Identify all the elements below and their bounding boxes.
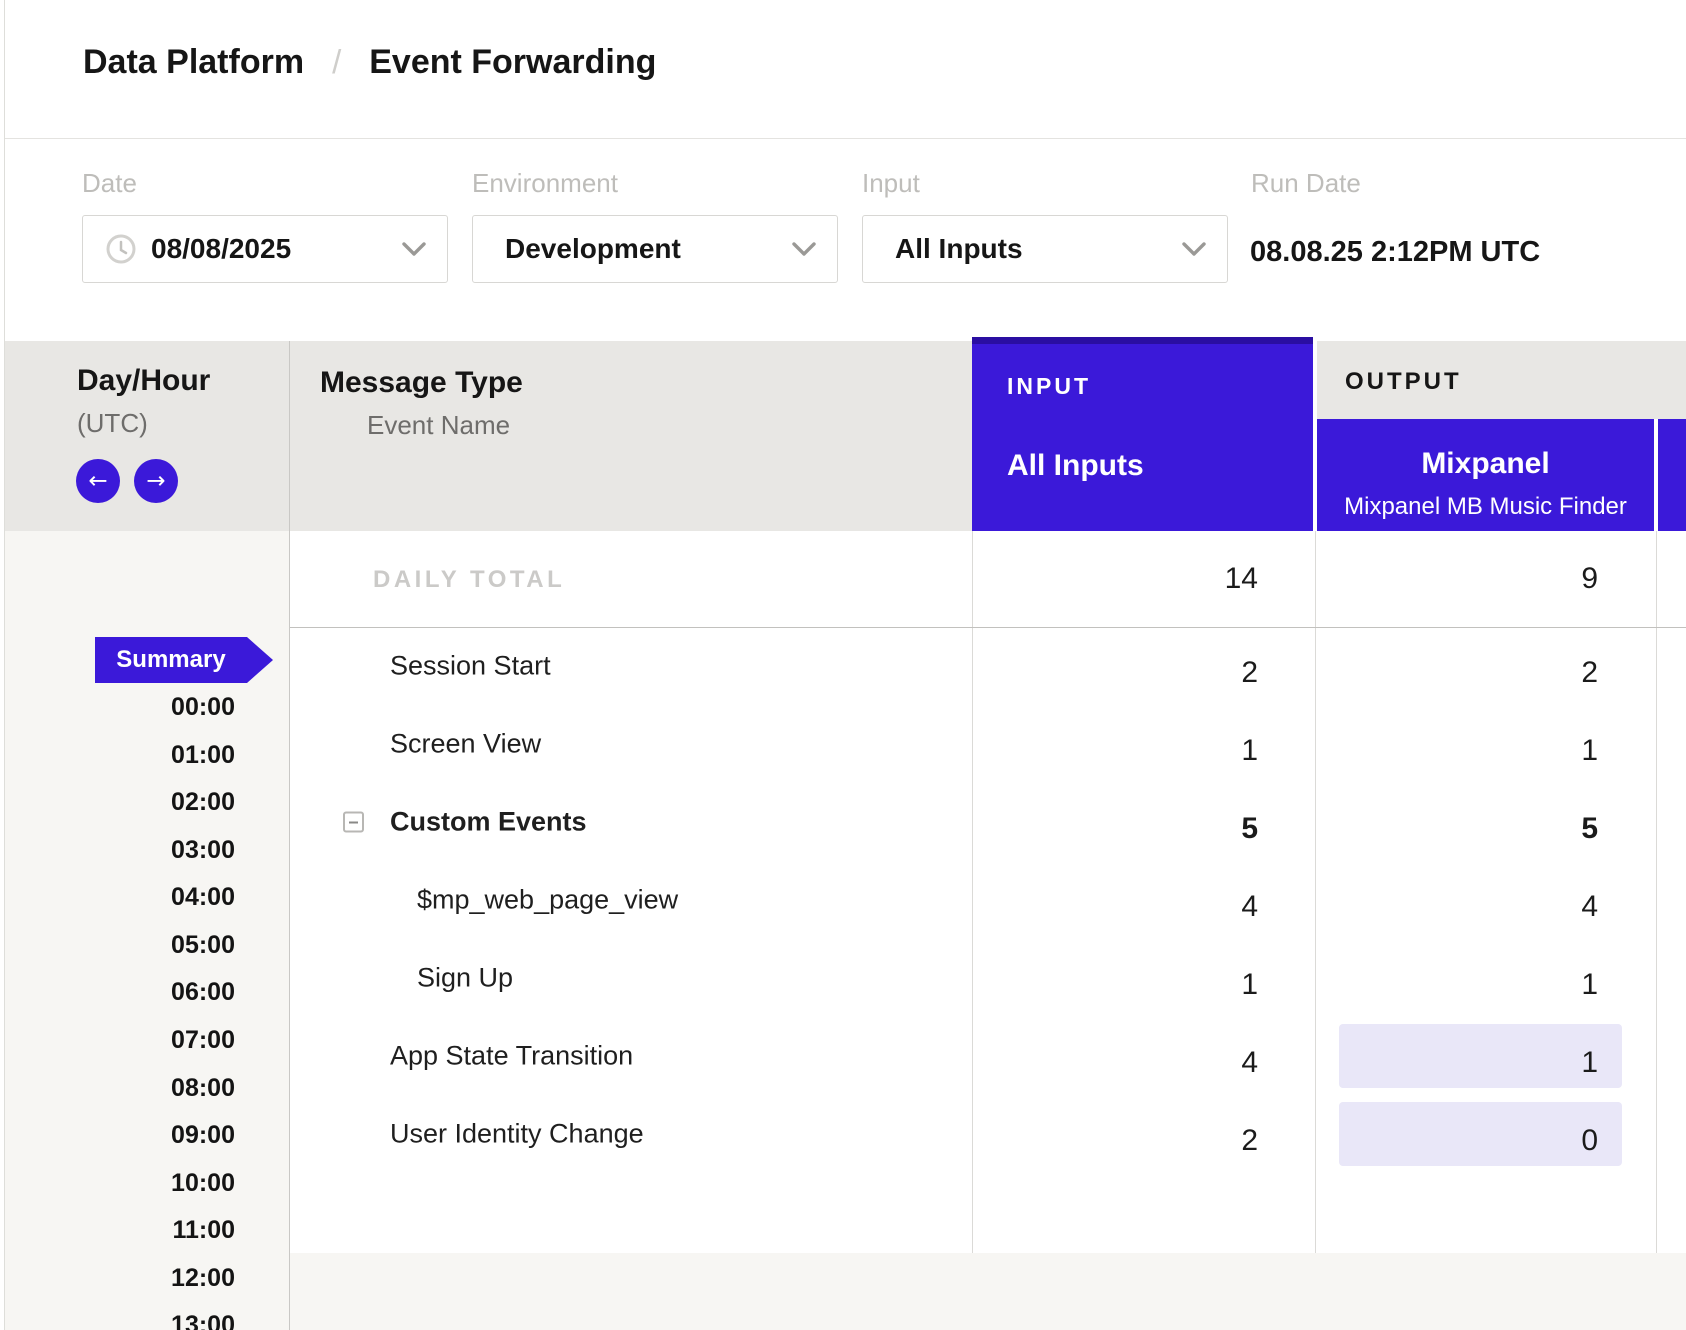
input-count: 2 [990, 656, 1258, 690]
mixpanel-count: 2 [1330, 656, 1598, 690]
day-hour-column-subtitle: (UTC) [77, 408, 148, 439]
header-divider [5, 138, 1686, 139]
arrow-left-icon: ← [88, 470, 107, 493]
input-value: All Inputs [895, 233, 1023, 265]
event-name: Screen View [390, 729, 541, 760]
output-group-label: OUTPUT [1345, 368, 1462, 396]
mixpanel-count: 1 [1330, 1046, 1598, 1080]
mixpanel-count: 0 [1330, 1124, 1598, 1158]
hour-row-label[interactable]: 03:00 [0, 836, 235, 868]
message-type-column-subtitle: Event Name [367, 410, 510, 441]
hour-row-label[interactable]: 01:00 [0, 741, 235, 773]
message-type-column-title: Message Type [320, 366, 523, 400]
event-row: Screen View 1 1 [5, 705, 1686, 783]
chevron-down-icon [1181, 241, 1207, 257]
daily-total-label: DAILY TOTAL [373, 566, 565, 594]
event-row: Custom Events 5 5 [5, 783, 1686, 861]
mixpanel-count: 4 [1330, 890, 1598, 924]
summary-label: Summary [95, 646, 247, 674]
event-name: Custom Events [390, 807, 587, 838]
input-column-header-accent-strip [972, 337, 1313, 344]
table-footer-band [290, 1253, 1686, 1330]
page-title: Event Forwarding [369, 43, 656, 82]
event-forwarding-page: Data Platform / Event Forwarding Date 08… [0, 0, 1686, 1330]
previous-day-button[interactable]: ← [76, 459, 120, 503]
next-output-column-header-cutoff [1658, 419, 1686, 531]
hour-row-label[interactable]: 12:00 [0, 1264, 235, 1296]
input-dropdown[interactable]: All Inputs [862, 215, 1228, 283]
input-count: 5 [990, 812, 1258, 846]
hour-row-label[interactable]: 05:00 [0, 931, 235, 963]
daily-total-input-value: 14 [990, 562, 1258, 596]
input-count: 1 [990, 734, 1258, 768]
event-name: User Identity Change [390, 1119, 644, 1150]
environment-dropdown[interactable]: Development [472, 215, 838, 283]
hour-row-label[interactable]: 13:00 [0, 1311, 235, 1330]
hour-row-label[interactable]: 06:00 [0, 978, 235, 1010]
hour-row-label[interactable]: 08:00 [0, 1074, 235, 1106]
input-filter-label: Input [862, 168, 920, 198]
environment-value: Development [505, 233, 681, 265]
input-count: 2 [990, 1124, 1258, 1158]
collapse-icon[interactable] [343, 812, 364, 833]
breadcrumb-section[interactable]: Data Platform [83, 43, 304, 82]
date-dropdown[interactable]: 08/08/2025 [82, 215, 448, 283]
event-name: App State Transition [390, 1041, 633, 1072]
event-name: Session Start [390, 651, 551, 682]
chevron-down-icon [401, 241, 427, 257]
event-row: $mp_web_page_view 4 4 [5, 861, 1686, 939]
daily-total-mixpanel-value: 9 [1330, 562, 1598, 596]
next-day-button[interactable]: → [134, 459, 178, 503]
hour-row-label[interactable]: 11:00 [0, 1216, 235, 1248]
input-column-name: All Inputs [1007, 449, 1144, 483]
event-row: App State Transition 4 1 [5, 1017, 1686, 1095]
mixpanel-count: 1 [1330, 734, 1598, 768]
input-column-header: INPUT All Inputs [972, 337, 1313, 531]
mixpanel-count: 1 [1330, 968, 1598, 1002]
input-group-label: INPUT [1007, 373, 1091, 400]
hour-row-label[interactable]: 09:00 [0, 1121, 235, 1153]
chevron-down-icon [791, 241, 817, 257]
hour-row-label[interactable]: 02:00 [0, 788, 235, 820]
hour-row-label[interactable]: 00:00 [0, 693, 235, 725]
input-count: 4 [990, 1046, 1258, 1080]
input-count: 1 [990, 968, 1258, 1002]
arrow-right-icon: → [146, 470, 165, 493]
run-date-label: Run Date [1251, 168, 1361, 198]
hour-row-label[interactable]: 10:00 [0, 1169, 235, 1201]
breadcrumb-separator: / [332, 43, 341, 81]
clock-icon [105, 233, 137, 265]
day-hour-column-title: Day/Hour [77, 364, 210, 398]
event-row: User Identity Change 2 0 [5, 1095, 1686, 1173]
mixpanel-column-header: Mixpanel Mixpanel MB Music Finder [1317, 419, 1654, 531]
mixpanel-column-subtitle: Mixpanel MB Music Finder [1317, 493, 1654, 521]
event-name: $mp_web_page_view [417, 885, 678, 916]
input-count: 4 [990, 890, 1258, 924]
mixpanel-column-name: Mixpanel [1317, 447, 1654, 481]
event-row: Sign Up 1 1 [5, 939, 1686, 1017]
hour-row-label[interactable]: 04:00 [0, 883, 235, 915]
date-filter-label: Date [82, 168, 137, 198]
environment-filter-label: Environment [472, 168, 618, 198]
breadcrumb: Data Platform / Event Forwarding [83, 40, 656, 84]
mixpanel-count: 5 [1330, 812, 1598, 846]
summary-row-selector[interactable]: Summary [95, 637, 273, 683]
hour-row-label[interactable]: 07:00 [0, 1026, 235, 1058]
date-value: 08/08/2025 [151, 233, 291, 265]
run-date-value: 08.08.25 2:12PM UTC [1250, 236, 1540, 269]
event-name: Sign Up [417, 963, 513, 994]
